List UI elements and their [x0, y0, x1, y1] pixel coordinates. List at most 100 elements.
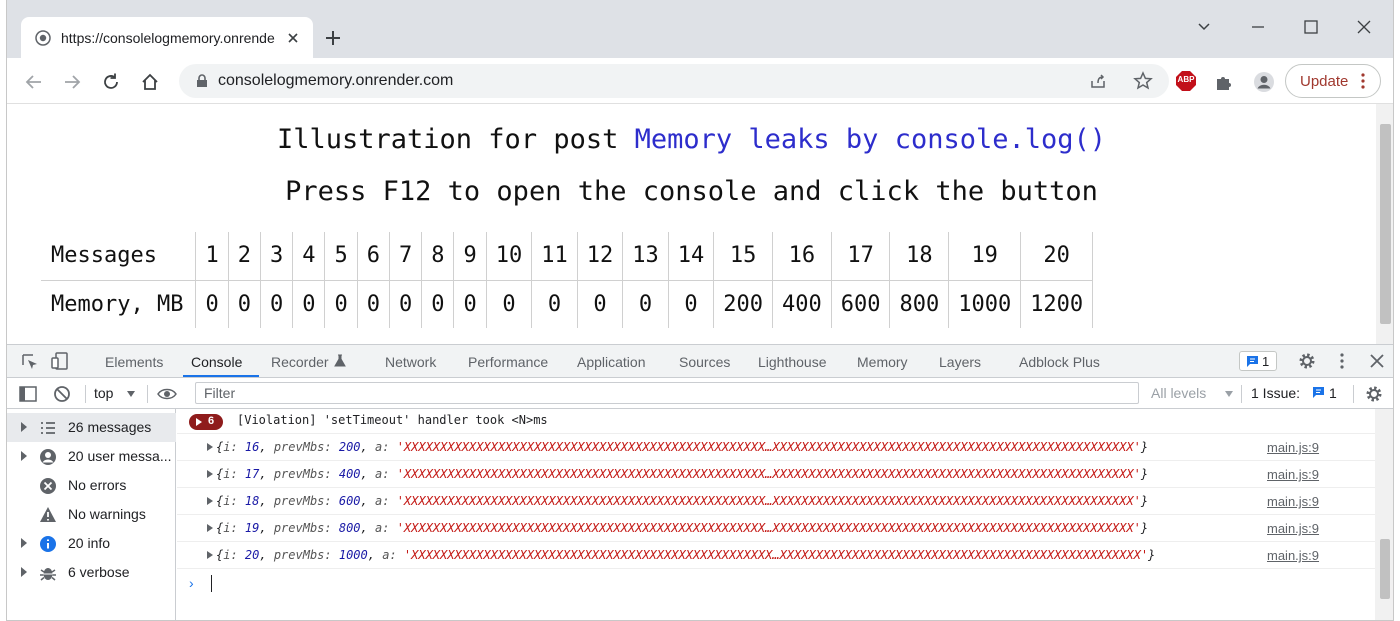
log-row[interactable]: {i: 16, prevMbs: 200, a: 'XXXXXXXXXXXXXX…	[177, 434, 1375, 461]
filter-input[interactable]	[196, 383, 1138, 403]
table-cell: 0	[324, 280, 358, 328]
eye-icon[interactable]	[157, 385, 177, 403]
source-link[interactable]: main.js:9	[1267, 467, 1319, 482]
table-cell: 2	[227, 232, 261, 281]
minimize-icon[interactable]	[1247, 16, 1269, 38]
close-icon[interactable]	[283, 28, 303, 48]
source-link[interactable]: main.js:9	[1267, 521, 1319, 536]
log-object[interactable]: {i: 16, prevMbs: 200, a: 'XXXXXXXXXXXXXX…	[207, 440, 1148, 454]
log-object[interactable]: {i: 19, prevMbs: 800, a: 'XXXXXXXXXXXXXX…	[207, 521, 1148, 535]
sidebar-item-info[interactable]: 20 info	[7, 529, 176, 558]
log-levels-dropdown[interactable]: All levels	[1151, 385, 1206, 401]
clear-console-icon[interactable]	[53, 385, 71, 403]
violation-count-badge[interactable]: 6	[189, 414, 223, 430]
browser-tab[interactable]: https://consolelogmemory.onrender.com	[21, 17, 313, 58]
expand-arrow-icon	[196, 418, 202, 426]
table-cell: 10	[485, 232, 532, 281]
table-cell: 12	[576, 232, 623, 281]
forward-arrow-icon[interactable]	[61, 71, 83, 93]
table-cell: 400	[771, 280, 832, 328]
console-scrollbar[interactable]	[1375, 409, 1393, 620]
divider	[85, 385, 86, 403]
sidebar-item-errors[interactable]: No errors	[7, 471, 176, 500]
context-selector[interactable]: top	[94, 385, 113, 401]
tab-lighthouse[interactable]: Lighthouse	[758, 354, 827, 370]
expand-arrow-icon[interactable]	[21, 451, 27, 461]
source-link[interactable]: main.js:9	[1267, 494, 1319, 509]
page-scrollbar[interactable]	[1376, 104, 1393, 344]
globe-icon	[35, 30, 51, 46]
tab-recorder[interactable]: Recorder	[271, 354, 329, 370]
tab-console[interactable]: Console	[191, 354, 242, 370]
log-object[interactable]: {i: 20, prevMbs: 1000, a: 'XXXXXXXXXXXXX…	[207, 548, 1155, 562]
console-toolbar: top All levels 1 Issue: 1	[7, 378, 1393, 409]
info-icon	[40, 536, 56, 552]
tab-application[interactable]: Application	[577, 354, 646, 370]
log-object[interactable]: {i: 18, prevMbs: 600, a: 'XXXXXXXXXXXXXX…	[207, 494, 1148, 508]
sidebar-item-user-messages[interactable]: 20 user messa...	[7, 442, 176, 471]
address-bar[interactable]: consolelogmemory.onrender.com	[179, 64, 1169, 98]
log-object[interactable]: {i: 17, prevMbs: 400, a: 'XXXXXXXXXXXXXX…	[207, 467, 1148, 481]
prompt-chevron-icon: ›	[189, 575, 194, 591]
tab-elements[interactable]: Elements	[105, 354, 163, 370]
error-icon	[40, 478, 56, 494]
profile-avatar-icon[interactable]	[1253, 71, 1275, 93]
violation-row[interactable]: 6 [Violation] 'setTimeout' handler took …	[177, 409, 1375, 434]
tab-layers[interactable]: Layers	[939, 354, 981, 370]
table-cell: 800	[889, 280, 949, 328]
star-icon[interactable]	[1133, 71, 1153, 91]
settings-gear-icon[interactable]	[1298, 352, 1316, 370]
tab-sources[interactable]: Sources	[679, 354, 730, 370]
tab-title: https://consolelogmemory.onrender.com	[61, 30, 275, 46]
issues-badge[interactable]: 1	[1239, 351, 1277, 371]
scrollbar-thumb[interactable]	[1380, 124, 1391, 324]
table-cell: 1000	[948, 280, 1021, 328]
expand-arrow-icon[interactable]	[21, 422, 27, 432]
maximize-icon[interactable]	[1300, 16, 1322, 38]
kebab-menu-icon[interactable]	[1333, 352, 1351, 370]
message-icon	[1247, 356, 1258, 367]
chevron-down-icon[interactable]	[1193, 16, 1215, 38]
expand-arrow-icon[interactable]	[21, 567, 27, 577]
tab-performance[interactable]: Performance	[468, 354, 548, 370]
browser-toolbar: consolelogmemory.onrender.com ABP Update	[7, 58, 1393, 104]
console-settings-gear-icon[interactable]	[1365, 385, 1383, 403]
reload-icon[interactable]	[100, 71, 122, 93]
log-row[interactable]: {i: 19, prevMbs: 800, a: 'XXXXXXXXXXXXXX…	[177, 515, 1375, 542]
console-prompt-row[interactable]: ›	[177, 569, 1375, 596]
window-close-icon[interactable]	[1353, 16, 1375, 38]
tab-adblock-plus[interactable]: Adblock Plus	[1019, 354, 1100, 370]
log-row[interactable]: {i: 18, prevMbs: 600, a: 'XXXXXXXXXXXXXX…	[177, 488, 1375, 515]
home-icon[interactable]	[139, 71, 161, 93]
sidebar-item-messages[interactable]: 26 messages	[7, 413, 176, 442]
console-output: 6 [Violation] 'setTimeout' handler took …	[177, 409, 1375, 620]
back-arrow-icon[interactable]	[23, 71, 45, 93]
extensions-puzzle-icon[interactable]	[1213, 71, 1235, 93]
source-link[interactable]: main.js:9	[1267, 440, 1319, 455]
expand-arrow-icon[interactable]	[21, 538, 27, 548]
issues-button[interactable]: 1 Issue: 1	[1251, 381, 1343, 405]
scrollbar-thumb[interactable]	[1380, 539, 1390, 599]
new-tab-icon[interactable]	[323, 28, 343, 48]
source-link[interactable]: main.js:9	[1267, 548, 1319, 563]
table-cell: 16	[771, 232, 832, 281]
update-button[interactable]: Update	[1285, 64, 1381, 98]
tab-network[interactable]: Network	[385, 354, 436, 370]
lock-icon	[197, 74, 207, 87]
flask-icon	[334, 354, 346, 367]
log-row[interactable]: {i: 20, prevMbs: 1000, a: 'XXXXXXXXXXXXX…	[177, 542, 1375, 569]
post-link[interactable]: Memory leaks by console.log()	[635, 124, 1106, 155]
log-row[interactable]: {i: 17, prevMbs: 400, a: 'XXXXXXXXXXXXXX…	[177, 461, 1375, 488]
sidebar-item-verbose[interactable]: 6 verbose	[7, 558, 176, 587]
adblock-plus-icon[interactable]: ABP	[1175, 70, 1197, 92]
inspect-element-icon[interactable]	[21, 353, 39, 371]
tab-memory[interactable]: Memory	[857, 354, 908, 370]
table-cell: 0	[292, 280, 325, 328]
sidebar-toggle-icon[interactable]	[19, 385, 37, 403]
table-cell: 11	[531, 232, 578, 281]
table-cell: 3	[259, 232, 293, 281]
close-devtools-icon[interactable]	[1368, 352, 1386, 370]
share-icon[interactable]	[1089, 72, 1107, 90]
device-toolbar-icon[interactable]	[51, 352, 69, 370]
sidebar-item-warnings[interactable]: No warnings	[7, 500, 176, 529]
